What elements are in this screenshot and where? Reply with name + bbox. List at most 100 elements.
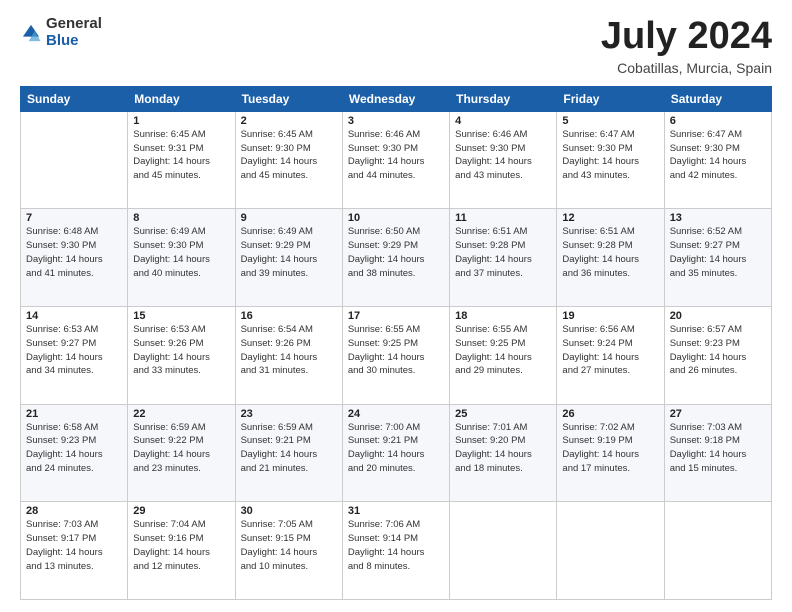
header-monday: Monday [128, 86, 235, 111]
calendar-cell [664, 502, 771, 600]
day-number: 24 [348, 408, 444, 420]
day-number: 23 [241, 408, 337, 420]
day-number: 12 [562, 212, 658, 224]
day-content: Sunrise: 6:51 AM Sunset: 9:28 PM Dayligh… [455, 225, 551, 280]
calendar-cell [450, 502, 557, 600]
day-content: Sunrise: 6:45 AM Sunset: 9:31 PM Dayligh… [133, 128, 229, 183]
header-friday: Friday [557, 86, 664, 111]
day-number: 4 [455, 115, 551, 127]
calendar-cell [21, 111, 128, 209]
calendar-cell: 10Sunrise: 6:50 AM Sunset: 9:29 PM Dayli… [342, 209, 449, 307]
day-number: 5 [562, 115, 658, 127]
calendar-header-row: Sunday Monday Tuesday Wednesday Thursday… [21, 86, 772, 111]
calendar-cell: 6Sunrise: 6:47 AM Sunset: 9:30 PM Daylig… [664, 111, 771, 209]
day-content: Sunrise: 6:50 AM Sunset: 9:29 PM Dayligh… [348, 225, 444, 280]
calendar-cell: 13Sunrise: 6:52 AM Sunset: 9:27 PM Dayli… [664, 209, 771, 307]
day-number: 21 [26, 408, 122, 420]
day-content: Sunrise: 7:00 AM Sunset: 9:21 PM Dayligh… [348, 421, 444, 476]
day-number: 20 [670, 310, 766, 322]
day-number: 27 [670, 408, 766, 420]
calendar-cell: 22Sunrise: 6:59 AM Sunset: 9:22 PM Dayli… [128, 404, 235, 502]
day-content: Sunrise: 6:51 AM Sunset: 9:28 PM Dayligh… [562, 225, 658, 280]
day-content: Sunrise: 6:53 AM Sunset: 9:26 PM Dayligh… [133, 323, 229, 378]
location: Cobatillas, Murcia, Spain [601, 60, 772, 76]
calendar-cell: 5Sunrise: 6:47 AM Sunset: 9:30 PM Daylig… [557, 111, 664, 209]
calendar-cell: 26Sunrise: 7:02 AM Sunset: 9:19 PM Dayli… [557, 404, 664, 502]
header: General Blue July 2024 Cobatillas, Murci… [20, 16, 772, 76]
day-content: Sunrise: 6:59 AM Sunset: 9:21 PM Dayligh… [241, 421, 337, 476]
day-content: Sunrise: 6:55 AM Sunset: 9:25 PM Dayligh… [348, 323, 444, 378]
day-content: Sunrise: 7:03 AM Sunset: 9:18 PM Dayligh… [670, 421, 766, 476]
calendar-cell: 8Sunrise: 6:49 AM Sunset: 9:30 PM Daylig… [128, 209, 235, 307]
logo: General Blue [20, 16, 102, 49]
day-number: 17 [348, 310, 444, 322]
calendar-cell: 16Sunrise: 6:54 AM Sunset: 9:26 PM Dayli… [235, 307, 342, 405]
day-number: 16 [241, 310, 337, 322]
day-number: 15 [133, 310, 229, 322]
calendar-cell: 23Sunrise: 6:59 AM Sunset: 9:21 PM Dayli… [235, 404, 342, 502]
day-number: 31 [348, 505, 444, 517]
calendar-cell: 11Sunrise: 6:51 AM Sunset: 9:28 PM Dayli… [450, 209, 557, 307]
day-number: 6 [670, 115, 766, 127]
calendar-cell: 14Sunrise: 6:53 AM Sunset: 9:27 PM Dayli… [21, 307, 128, 405]
calendar-cell: 27Sunrise: 7:03 AM Sunset: 9:18 PM Dayli… [664, 404, 771, 502]
calendar-week-2: 7Sunrise: 6:48 AM Sunset: 9:30 PM Daylig… [21, 209, 772, 307]
day-content: Sunrise: 6:54 AM Sunset: 9:26 PM Dayligh… [241, 323, 337, 378]
header-saturday: Saturday [664, 86, 771, 111]
header-tuesday: Tuesday [235, 86, 342, 111]
calendar-cell: 24Sunrise: 7:00 AM Sunset: 9:21 PM Dayli… [342, 404, 449, 502]
header-thursday: Thursday [450, 86, 557, 111]
header-wednesday: Wednesday [342, 86, 449, 111]
month-title: July 2024 [601, 16, 772, 58]
calendar-week-5: 28Sunrise: 7:03 AM Sunset: 9:17 PM Dayli… [21, 502, 772, 600]
day-number: 9 [241, 212, 337, 224]
day-content: Sunrise: 7:02 AM Sunset: 9:19 PM Dayligh… [562, 421, 658, 476]
day-number: 8 [133, 212, 229, 224]
day-number: 22 [133, 408, 229, 420]
day-content: Sunrise: 7:03 AM Sunset: 9:17 PM Dayligh… [26, 518, 122, 573]
day-number: 1 [133, 115, 229, 127]
day-number: 30 [241, 505, 337, 517]
logo-text: General Blue [46, 16, 102, 49]
day-number: 11 [455, 212, 551, 224]
day-number: 19 [562, 310, 658, 322]
calendar-week-1: 1Sunrise: 6:45 AM Sunset: 9:31 PM Daylig… [21, 111, 772, 209]
day-content: Sunrise: 6:52 AM Sunset: 9:27 PM Dayligh… [670, 225, 766, 280]
calendar-cell: 29Sunrise: 7:04 AM Sunset: 9:16 PM Dayli… [128, 502, 235, 600]
day-content: Sunrise: 6:55 AM Sunset: 9:25 PM Dayligh… [455, 323, 551, 378]
calendar-week-4: 21Sunrise: 6:58 AM Sunset: 9:23 PM Dayli… [21, 404, 772, 502]
day-content: Sunrise: 6:46 AM Sunset: 9:30 PM Dayligh… [348, 128, 444, 183]
day-number: 26 [562, 408, 658, 420]
day-content: Sunrise: 6:47 AM Sunset: 9:30 PM Dayligh… [562, 128, 658, 183]
day-content: Sunrise: 6:59 AM Sunset: 9:22 PM Dayligh… [133, 421, 229, 476]
page: General Blue July 2024 Cobatillas, Murci… [0, 0, 792, 612]
day-number: 7 [26, 212, 122, 224]
day-content: Sunrise: 7:01 AM Sunset: 9:20 PM Dayligh… [455, 421, 551, 476]
calendar-cell [557, 502, 664, 600]
calendar-cell: 15Sunrise: 6:53 AM Sunset: 9:26 PM Dayli… [128, 307, 235, 405]
day-content: Sunrise: 6:58 AM Sunset: 9:23 PM Dayligh… [26, 421, 122, 476]
calendar-cell: 3Sunrise: 6:46 AM Sunset: 9:30 PM Daylig… [342, 111, 449, 209]
day-number: 13 [670, 212, 766, 224]
calendar-cell: 30Sunrise: 7:05 AM Sunset: 9:15 PM Dayli… [235, 502, 342, 600]
title-block: July 2024 Cobatillas, Murcia, Spain [601, 16, 772, 76]
day-number: 29 [133, 505, 229, 517]
calendar-cell: 31Sunrise: 7:06 AM Sunset: 9:14 PM Dayli… [342, 502, 449, 600]
logo-icon [20, 22, 42, 44]
day-number: 2 [241, 115, 337, 127]
calendar-cell: 18Sunrise: 6:55 AM Sunset: 9:25 PM Dayli… [450, 307, 557, 405]
day-content: Sunrise: 7:04 AM Sunset: 9:16 PM Dayligh… [133, 518, 229, 573]
day-number: 3 [348, 115, 444, 127]
calendar-table: Sunday Monday Tuesday Wednesday Thursday… [20, 86, 772, 600]
calendar-cell: 1Sunrise: 6:45 AM Sunset: 9:31 PM Daylig… [128, 111, 235, 209]
day-number: 25 [455, 408, 551, 420]
day-number: 14 [26, 310, 122, 322]
calendar-cell: 17Sunrise: 6:55 AM Sunset: 9:25 PM Dayli… [342, 307, 449, 405]
day-content: Sunrise: 6:48 AM Sunset: 9:30 PM Dayligh… [26, 225, 122, 280]
calendar-cell: 19Sunrise: 6:56 AM Sunset: 9:24 PM Dayli… [557, 307, 664, 405]
calendar-cell: 25Sunrise: 7:01 AM Sunset: 9:20 PM Dayli… [450, 404, 557, 502]
calendar-week-3: 14Sunrise: 6:53 AM Sunset: 9:27 PM Dayli… [21, 307, 772, 405]
calendar-cell: 4Sunrise: 6:46 AM Sunset: 9:30 PM Daylig… [450, 111, 557, 209]
calendar-cell: 28Sunrise: 7:03 AM Sunset: 9:17 PM Dayli… [21, 502, 128, 600]
calendar-cell: 2Sunrise: 6:45 AM Sunset: 9:30 PM Daylig… [235, 111, 342, 209]
